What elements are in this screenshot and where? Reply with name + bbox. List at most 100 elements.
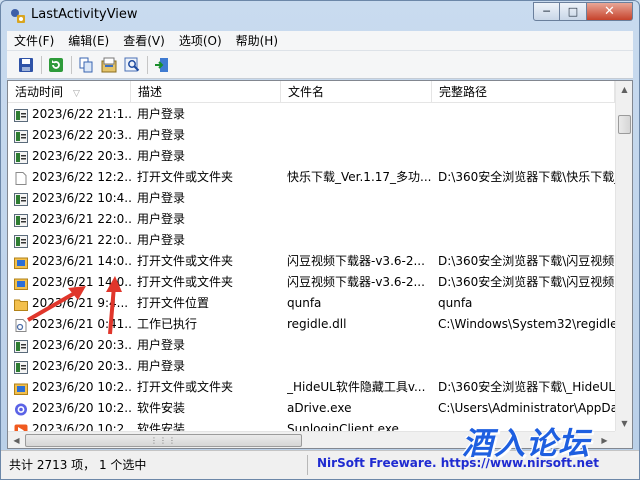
menu-help[interactable]: 帮助(H) — [229, 32, 285, 49]
cell-filename: aDrive.exe — [287, 401, 352, 415]
cell-filename: qunfa — [287, 296, 322, 310]
time-text: 2023/6/21 0:41... — [32, 317, 132, 331]
maximize-button[interactable]: □ — [560, 2, 587, 21]
scroll-up-icon[interactable]: ▲ — [617, 81, 632, 98]
table-row[interactable]: 2023/6/21 0:41... 工作已执行 regidle.dll C:\Wind… — [8, 314, 615, 335]
menu-bar: 文件(F) 编辑(E) 查看(V) 选项(O) 帮助(H) — [7, 31, 633, 51]
cell-time: 2023/6/20 10:2... — [14, 377, 132, 398]
cell-description: 用户登录 — [137, 128, 186, 142]
horizontal-scroll-thumb[interactable]: ⋮⋮⋮ — [25, 434, 302, 447]
time-text: 2023/6/22 20:3... — [32, 149, 132, 163]
minimize-button[interactable]: ─ — [533, 2, 560, 21]
adrive-icon — [14, 402, 28, 416]
table-row[interactable]: 2023/6/21 9:4... 打开文件位置 qunfa qunfa — [8, 293, 615, 314]
cell-description: 用户登录 — [137, 233, 186, 247]
column-header-fullpath[interactable]: 完整路径 — [432, 81, 615, 103]
login-icon — [14, 129, 28, 143]
time-text: 2023/6/20 10:2... — [32, 401, 132, 415]
menu-edit[interactable]: 编辑(E) — [61, 32, 116, 49]
cell-filename — [287, 335, 433, 356]
table-row[interactable]: 2023/6/21 14:0... 打开文件或文件夹 闪豆视频下载器-v3.6-2.… — [8, 272, 615, 293]
cell-filename — [287, 125, 433, 146]
cell-description: 用户登录 — [137, 191, 186, 205]
app-logo-icon — [11, 9, 25, 23]
time-text: 2023/6/22 12:2... — [32, 170, 132, 184]
cell-filename: 快乐下载_Ver.1.17_多功... — [287, 170, 432, 184]
table-row[interactable]: 2023/6/21 22:0... 用户登录 — [8, 230, 615, 251]
save-icon — [19, 57, 33, 72]
cell-time: 2023/6/22 12:2... — [14, 167, 132, 188]
cell-filename — [287, 146, 433, 167]
cell-fullpath — [438, 335, 615, 356]
table-row[interactable]: 2023/6/20 10:2... 软件安装 aDrive.exe C:\Users\… — [8, 398, 615, 419]
login-icon — [14, 150, 28, 164]
time-text: 2023/6/22 10:4... — [32, 191, 132, 205]
find-button[interactable] — [121, 54, 143, 76]
cell-description: 工作已执行 — [137, 317, 198, 331]
login-icon — [14, 360, 28, 374]
login-icon — [14, 192, 28, 206]
table-row[interactable]: 2023/6/21 22:0... 用户登录 — [8, 209, 615, 230]
table-row[interactable]: 2023/6/21 14:0... 打开文件或文件夹 闪豆视频下载器-v3.6-2.… — [8, 251, 615, 272]
scroll-right-icon[interactable]: ▶ — [597, 432, 612, 448]
cell-filename: 闪豆视频下载器-v3.6-2... — [287, 275, 425, 289]
menu-options[interactable]: 选项(O) — [172, 32, 229, 49]
table-row[interactable]: 2023/6/20 10:2... 打开文件或文件夹 _HideUL软件隐藏工具v.… — [8, 377, 615, 398]
table-row[interactable]: 2023/6/22 20:3... 用户登录 — [8, 125, 615, 146]
close-button[interactable]: ✕ — [587, 2, 633, 21]
cell-time: 2023/6/21 14:0... — [14, 251, 132, 272]
login-icon — [14, 108, 28, 122]
login-icon — [14, 339, 28, 353]
activity-list-view[interactable]: 活动时间 ▽ 描述 文件名 完整路径 2023/6/22 21:1... 用户登录 2… — [7, 80, 633, 449]
properties-button[interactable] — [98, 54, 120, 76]
cell-description: 软件安装 — [137, 401, 186, 415]
time-text: 2023/6/21 14:0... — [32, 254, 132, 268]
vertical-scroll-thumb[interactable] — [618, 115, 631, 134]
table-row[interactable]: 2023/6/22 10:4... 用户登录 — [8, 188, 615, 209]
cell-filename — [287, 230, 433, 251]
table-row[interactable]: 2023/6/22 21:1... 用户登录 — [8, 104, 615, 125]
cell-fullpath — [438, 104, 615, 125]
scroll-left-icon[interactable]: ◀ — [9, 432, 24, 448]
cell-filename — [287, 356, 433, 377]
menu-view[interactable]: 查看(V) — [116, 32, 172, 49]
vertical-scrollbar[interactable]: ▲ ▼ — [615, 81, 632, 432]
column-label: 文件名 — [288, 85, 325, 99]
sort-down-icon: ▽ — [73, 89, 80, 99]
cell-filename: 闪豆视频下载器-v3.6-2... — [287, 254, 425, 268]
exit-button[interactable] — [151, 54, 173, 76]
menu-file[interactable]: 文件(F) — [7, 32, 61, 49]
cell-filename — [287, 188, 433, 209]
table-row[interactable]: 2023/6/22 12:2... 打开文件或文件夹 快乐下载_Ver.1.17_多… — [8, 167, 615, 188]
toolbar-separator — [41, 55, 42, 74]
refresh-button[interactable] — [45, 54, 67, 76]
cell-description: 打开文件位置 — [137, 296, 210, 310]
save-button[interactable] — [15, 54, 37, 76]
copy-button[interactable] — [75, 54, 97, 76]
app-window: LastActivityView ─ □ ✕ 文件(F) 编辑(E) 查看(V)… — [0, 0, 640, 480]
cell-fullpath — [438, 230, 615, 251]
cell-description: 打开文件或文件夹 — [137, 254, 234, 268]
table-row[interactable]: 2023/6/20 20:3... 用户登录 — [8, 356, 615, 377]
cell-fullpath — [438, 146, 615, 167]
table-row[interactable]: 2023/6/22 20:3... 用户登录 — [8, 146, 615, 167]
column-label: 描述 — [138, 85, 163, 99]
cell-time: 2023/6/20 20:3... — [14, 335, 132, 356]
cell-description: 用户登录 — [137, 359, 186, 373]
cell-description: 用户登录 — [137, 107, 186, 121]
cell-fullpath: D:\360安全浏览器下载\闪豆视频下 — [438, 275, 615, 289]
refresh-icon — [49, 57, 63, 72]
column-header-filename[interactable]: 文件名 — [281, 81, 432, 103]
time-text: 2023/6/22 21:1... — [32, 107, 132, 121]
table-row[interactable]: 2023/6/20 20:3... 用户登录 — [8, 335, 615, 356]
column-header-description[interactable]: 描述 — [131, 81, 281, 103]
title-bar[interactable]: LastActivityView ─ □ ✕ — [1, 1, 639, 31]
status-divider — [307, 455, 308, 475]
scroll-down-icon[interactable]: ▼ — [617, 415, 632, 432]
file-icon — [14, 171, 28, 185]
time-text: 2023/6/21 14:0... — [32, 275, 132, 289]
cell-time: 2023/6/21 14:0... — [14, 272, 132, 293]
cell-time: 2023/6/22 20:3... — [14, 146, 132, 167]
column-header-time[interactable]: 活动时间 ▽ — [8, 81, 131, 103]
window-title: LastActivityView — [31, 7, 138, 22]
